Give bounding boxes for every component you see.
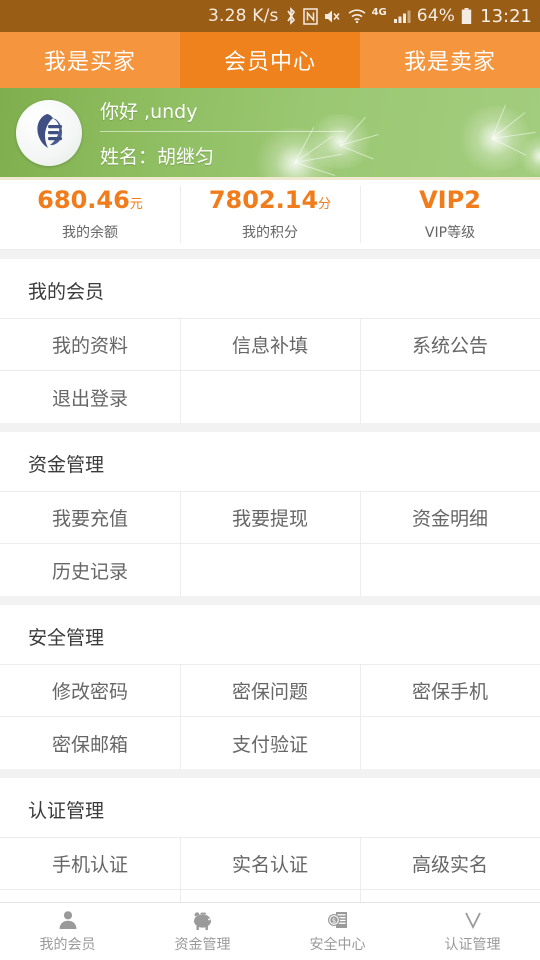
top-tab-bar: 我是买家 会员中心 我是卖家 <box>0 32 540 88</box>
bottom-nav-bar: 我的会员 资金管理 $ 安全中心 认证管理 <box>0 902 540 960</box>
nav-item-security-center[interactable]: $ 安全中心 <box>270 903 405 960</box>
nav-label-security-center: 安全中心 <box>309 937 366 953</box>
tab-buyer[interactable]: 我是买家 <box>0 32 180 88</box>
nav-label-my-member: 我的会员 <box>39 937 96 953</box>
money-stack-icon: $ <box>326 909 350 931</box>
menu-item-security-question[interactable]: 密保问题 <box>179 665 360 717</box>
battery-icon <box>461 7 472 25</box>
stat-points-value: 7802.14分 <box>209 188 331 212</box>
nfc-icon <box>302 7 318 25</box>
nav-item-my-member[interactable]: 我的会员 <box>0 903 135 960</box>
stat-balance-label: 我的余额 <box>62 224 118 241</box>
menu-item-logout[interactable]: 退出登录 <box>0 371 180 423</box>
mute-icon <box>324 8 342 25</box>
menu-item-payment-verify[interactable]: 支付验证 <box>179 717 360 769</box>
menu-item-recharge[interactable]: 我要充值 <box>0 492 180 544</box>
menu-item-placeholder-5 <box>359 717 540 769</box>
menu-item-info-supplement[interactable]: 信息补填 <box>179 319 360 371</box>
signal-icon <box>393 9 411 24</box>
menu-item-phone-cert[interactable]: 手机认证 <box>0 838 180 890</box>
stat-points[interactable]: 7802.14分 我的积分 <box>180 180 360 249</box>
stat-viplevel-label: VIP等级 <box>424 224 476 241</box>
section-fund-management: 资金管理 我要充值 我要提现 资金明细 历史记录 <box>0 432 540 596</box>
menu-item-system-notice[interactable]: 系统公告 <box>359 319 540 371</box>
stat-points-number: 7802.14 <box>208 185 319 214</box>
avatar[interactable] <box>16 99 82 166</box>
section-title-certification-management: 认证管理 <box>28 800 105 822</box>
menu-item-change-password[interactable]: 修改密码 <box>0 665 180 717</box>
menu-item-fund-details[interactable]: 资金明细 <box>359 492 540 544</box>
stat-balance-value: 680.46元 <box>37 188 143 212</box>
grid-fund-management: 我要充值 我要提现 资金明细 历史记录 <box>0 491 540 596</box>
realname-text: 姓名：胡继匀 <box>100 145 215 168</box>
profile-text-block: 你好 ,undy 姓名：胡继匀 <box>100 97 540 169</box>
piggy-bank-icon <box>191 909 215 931</box>
menu-item-placeholder-1 <box>179 371 360 423</box>
section-title-my-member: 我的会员 <box>28 281 105 303</box>
stat-points-label: 我的积分 <box>242 224 298 241</box>
menu-item-advanced-realname[interactable]: 高级实名 <box>359 838 540 890</box>
nav-label-certification-management: 认证管理 <box>444 937 501 953</box>
stat-points-unit: 分 <box>318 196 332 212</box>
section-gap-0 <box>0 250 540 259</box>
menu-item-security-email[interactable]: 密保邮箱 <box>0 717 180 769</box>
network-type-label: 4G <box>371 6 387 18</box>
svg-text:$: $ <box>331 917 335 925</box>
stats-row: 680.46元 我的余额 7802.14分 我的积分 VIP2 VIP等级 <box>0 180 540 250</box>
stat-viplevel-number: VIP2 <box>419 185 481 214</box>
profile-banner: 你好 ,undy 姓名：胡继匀 <box>0 88 540 180</box>
stat-viplevel-value: VIP2 <box>419 188 481 212</box>
menu-item-placeholder-3 <box>179 544 360 596</box>
nav-label-fund-management: 资金管理 <box>174 937 231 953</box>
section-gap-1 <box>0 423 540 432</box>
stat-viplevel[interactable]: VIP2 VIP等级 <box>360 180 540 249</box>
sections-scroll-area[interactable]: 我的会员 我的资料 信息补填 系统公告 退出登录 资金管理 我要充值 我要提现 … <box>0 250 540 960</box>
tab-member-center[interactable]: 会员中心 <box>180 32 360 88</box>
person-icon <box>57 909 79 931</box>
nav-item-fund-management[interactable]: 资金管理 <box>135 903 270 960</box>
tab-seller[interactable]: 我是卖家 <box>360 32 540 88</box>
section-title-security-management: 安全管理 <box>28 627 105 649</box>
grid-my-member: 我的资料 信息补填 系统公告 退出登录 <box>0 318 540 423</box>
nav-item-certification-management[interactable]: 认证管理 <box>405 903 540 960</box>
section-my-member: 我的会员 我的资料 信息补填 系统公告 退出登录 <box>0 259 540 423</box>
menu-item-my-profile[interactable]: 我的资料 <box>0 319 180 371</box>
check-v-icon <box>461 909 485 931</box>
battery-percent-text: 64% <box>416 6 456 26</box>
grid-security-management: 修改密码 密保问题 密保手机 密保邮箱 支付验证 <box>0 664 540 769</box>
stat-balance-unit: 元 <box>129 196 143 212</box>
section-security-management: 安全管理 修改密码 密保问题 密保手机 密保邮箱 支付验证 <box>0 605 540 769</box>
greeting-text: 你好 ,undy <box>100 100 198 123</box>
stat-balance-number: 680.46 <box>37 185 130 214</box>
section-gap-2 <box>0 596 540 605</box>
app-root: 3.28 K/s 4G 64% 13:21 我是买家 会员中心 我是卖家 你好 … <box>0 0 540 960</box>
menu-item-history[interactable]: 历史记录 <box>0 544 180 596</box>
section-title-fund-management: 资金管理 <box>28 454 105 476</box>
bluetooth-icon <box>285 7 297 25</box>
menu-item-security-phone[interactable]: 密保手机 <box>359 665 540 717</box>
network-speed-text: 3.28 K/s <box>207 6 279 26</box>
status-bar: 3.28 K/s 4G 64% 13:21 <box>0 0 540 32</box>
menu-item-withdraw[interactable]: 我要提现 <box>179 492 360 544</box>
menu-item-placeholder-4 <box>359 544 540 596</box>
wifi-icon <box>348 8 366 24</box>
clock-text: 13:21 <box>480 5 532 27</box>
menu-item-placeholder-2 <box>359 371 540 423</box>
section-gap-3 <box>0 769 540 778</box>
user-logo-icon <box>37 113 63 148</box>
menu-item-realname-cert[interactable]: 实名认证 <box>179 838 360 890</box>
stat-balance[interactable]: 680.46元 我的余额 <box>0 180 180 249</box>
